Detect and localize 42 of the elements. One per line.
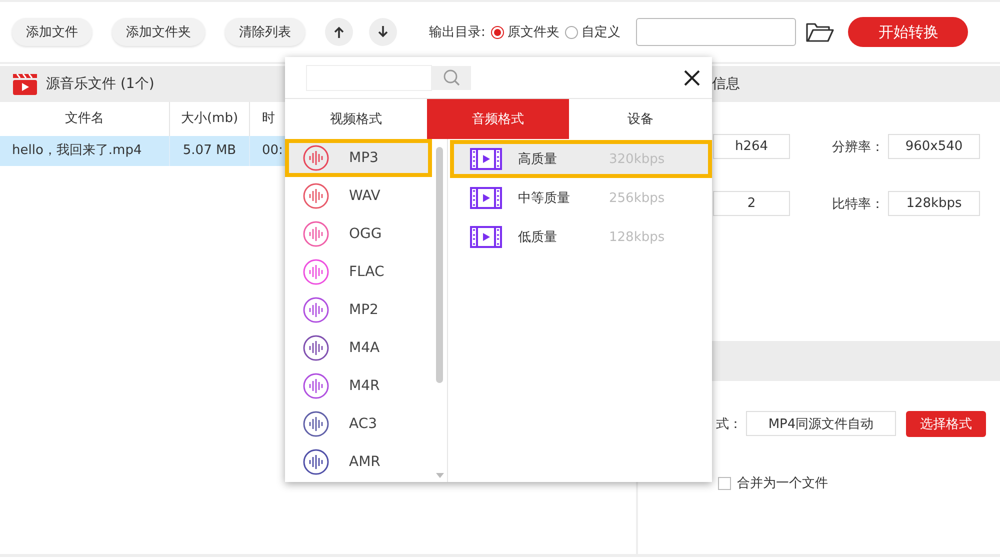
radio-label[interactable]: 自定义 xyxy=(581,23,620,41)
value-field[interactable]: h264 xyxy=(713,134,790,159)
format-tab[interactable]: 音频格式 xyxy=(427,99,569,139)
choose-format-button[interactable]: 选择格式 xyxy=(906,410,986,436)
film-play-icon xyxy=(470,226,502,248)
field-label: 式： xyxy=(716,416,742,432)
table-cell: 5.07 MB xyxy=(170,136,250,166)
scroll-down-icon[interactable] xyxy=(436,473,444,478)
start-convert-button[interactable]: 开始转换 xyxy=(848,17,968,47)
path-field[interactable] xyxy=(636,18,796,46)
format-field[interactable]: MP4同源文件自动 xyxy=(746,411,896,436)
radio-button[interactable] xyxy=(491,26,504,38)
search-button[interactable] xyxy=(432,66,471,90)
panel-title: 源音乐文件 (1个) xyxy=(46,75,154,93)
toolbar-button[interactable]: 添加文件 xyxy=(12,18,92,46)
clapperboard-icon xyxy=(12,72,38,96)
value-field[interactable]: 2 xyxy=(713,191,790,216)
folder-icon[interactable] xyxy=(806,22,834,42)
close-button[interactable] xyxy=(682,68,702,88)
move-down-button[interactable] xyxy=(369,18,397,46)
checkbox-label[interactable]: 合并为一个文件 xyxy=(737,474,828,492)
toolbar-button[interactable]: 添加文件夹 xyxy=(112,18,205,46)
move-up-button[interactable] xyxy=(325,18,353,46)
output-label: 输出目录: xyxy=(429,24,486,41)
search-icon xyxy=(442,68,460,86)
close-icon xyxy=(684,70,700,86)
field-label: 比特率： xyxy=(832,196,884,212)
checkbox[interactable] xyxy=(718,476,731,490)
field-label: 分辨率： xyxy=(832,138,884,156)
panel-title: 信息 xyxy=(712,75,740,93)
value-field[interactable]: 960x540 xyxy=(888,134,980,159)
arrow-down-icon xyxy=(377,26,389,38)
arrow-up-icon xyxy=(333,26,345,38)
value-field[interactable]: 128kbps xyxy=(888,191,980,216)
format-item[interactable]: MP3 xyxy=(285,139,432,177)
film-play-icon xyxy=(470,148,502,170)
scrollbar-thumb[interactable] xyxy=(436,147,443,383)
radio-label[interactable]: 原文件夹 xyxy=(507,23,560,41)
toolbar-button[interactable]: 清除列表 xyxy=(225,18,305,46)
film-play-icon xyxy=(470,187,502,209)
radio-button[interactable] xyxy=(565,26,578,38)
table-cell: hello，我回来了.mp4 xyxy=(0,136,170,166)
